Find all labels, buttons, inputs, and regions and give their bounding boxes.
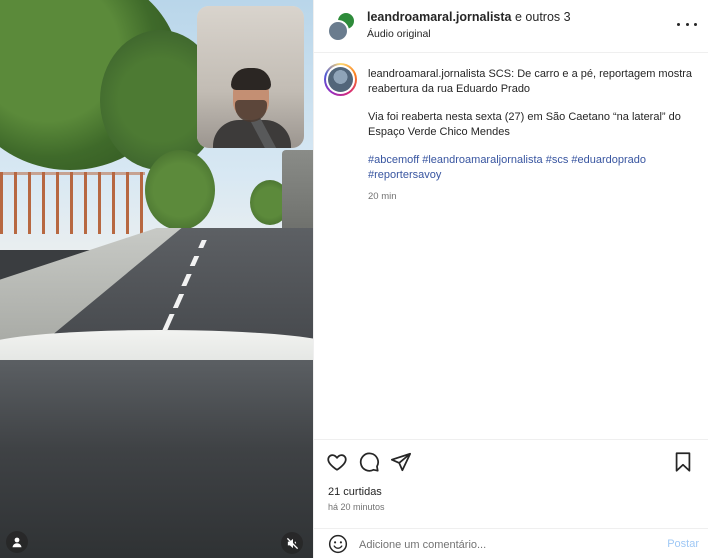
mute-button[interactable] [281, 532, 303, 554]
post-comment-button[interactable]: Postar [667, 538, 699, 550]
post-header: leandroamaral.jornalista e outros 3 Áudi… [314, 0, 708, 53]
fence [0, 172, 145, 234]
like-button[interactable] [326, 451, 350, 475]
more-options-button[interactable] [677, 16, 697, 32]
comment-icon [359, 452, 380, 472]
heart-icon [327, 454, 347, 471]
caption-body: Via foi reaberta nesta sexta (27) em São… [368, 111, 681, 138]
comment-input[interactable] [359, 537, 649, 553]
share-button[interactable] [390, 451, 414, 475]
post-media[interactable] [0, 0, 313, 558]
author-username-link[interactable]: leandroamaral.jornalista [367, 10, 512, 24]
caption-username-link[interactable]: leandroamaral.jornalista [368, 68, 485, 80]
action-bar: 21 curtidas há 20 minutos [314, 439, 708, 521]
save-button[interactable] [673, 451, 697, 475]
speaker-muted-icon [286, 537, 298, 549]
comment-bar: Postar [314, 528, 708, 558]
trees [145, 150, 215, 230]
likes-count[interactable]: 21 curtidas [328, 486, 382, 498]
building [282, 150, 313, 235]
caption-timestamp: 20 min [368, 191, 397, 202]
car-dashboard [0, 360, 313, 558]
send-icon [390, 452, 412, 472]
facecam-overlay [197, 6, 304, 148]
caption-text: leandroamaral.jornalista SCS: De carro e… [368, 67, 698, 204]
user-icon [12, 537, 22, 548]
comment-button[interactable] [358, 451, 382, 475]
avatar [327, 20, 349, 42]
collab-avatars[interactable] [327, 11, 357, 42]
collaborators-link[interactable]: e outros 3 [515, 10, 571, 24]
author-line: leandroamaral.jornalista e outros 3 [367, 10, 571, 24]
post-details-panel: leandroamaral.jornalista e outros 3 Áudi… [313, 0, 708, 558]
tagged-users-button[interactable] [6, 531, 28, 553]
original-audio-link[interactable]: Áudio original [367, 28, 431, 40]
bookmark-icon [675, 452, 691, 472]
emoji-icon [328, 534, 348, 554]
author-avatar-ring[interactable] [324, 63, 357, 96]
emoji-button[interactable] [328, 534, 350, 556]
avatar [328, 67, 353, 92]
hashtags[interactable]: #abcemoff #leandroamaraljornalista #scs … [368, 153, 698, 183]
caption-area: leandroamaral.jornalista SCS: De carro e… [314, 53, 708, 439]
more-icon [677, 22, 680, 26]
post-timestamp: há 20 minutos [328, 502, 385, 512]
